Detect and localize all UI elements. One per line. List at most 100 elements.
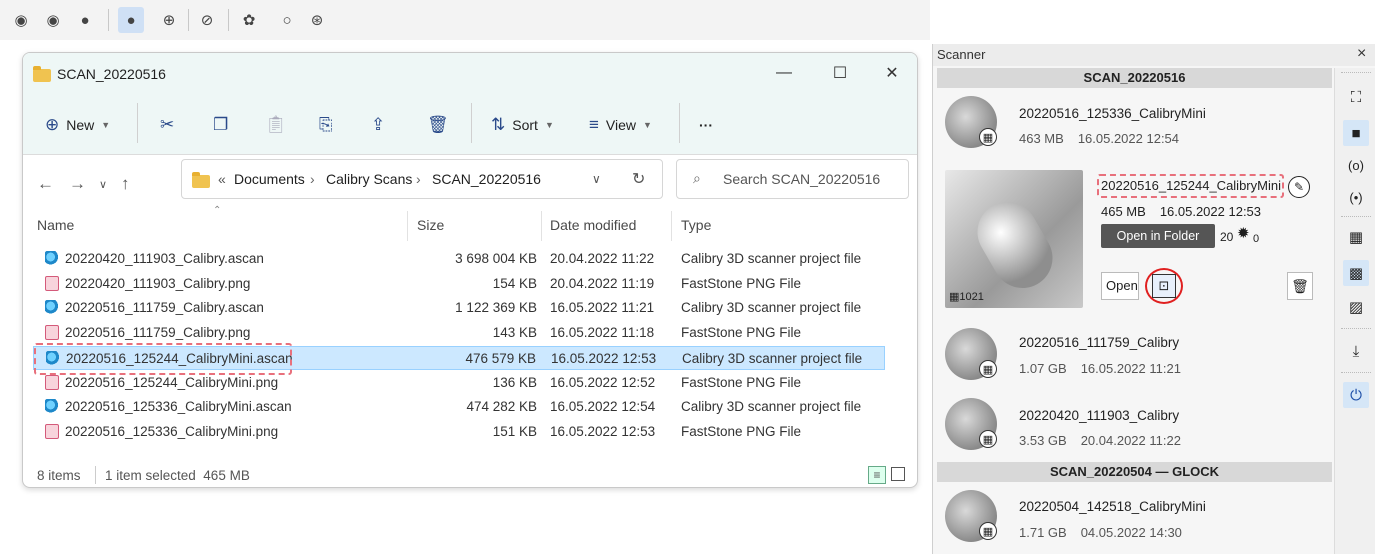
- circle-icon[interactable]: ○: [276, 9, 298, 31]
- scan-name: 20220516_111759_Calibry: [1019, 335, 1180, 350]
- scan-meta: 463 MB 16.05.2022 12:54: [1019, 131, 1180, 146]
- share-button[interactable]: ⇪: [371, 111, 385, 139]
- scanner-title-bar: Scanner ×: [933, 44, 1375, 66]
- scan-name: 20220504_142518_CalibryMini: [1019, 499, 1206, 514]
- column-type[interactable]: Type: [681, 217, 711, 233]
- file-type: FastStone PNG File: [681, 325, 802, 341]
- file-row[interactable]: 20220516_125336_CalibryMini.ascan 474 282…: [33, 395, 885, 419]
- new-button[interactable]: ⊕ New ▼: [45, 111, 110, 139]
- sphere-grid-icon[interactable]: ⊕: [158, 9, 180, 31]
- file-size: 154 KB: [492, 275, 537, 291]
- power-icon[interactable]: ⏻: [1343, 382, 1369, 408]
- details-view-icon[interactable]: ≡: [868, 466, 886, 484]
- group-header-scan-20220516[interactable]: SCAN_20220516: [937, 68, 1332, 88]
- open-in-folder-tooltip: Open in Folder: [1101, 224, 1215, 248]
- column-date[interactable]: Date modified: [550, 217, 636, 233]
- view-mode-3-icon[interactable]: ●: [74, 9, 96, 31]
- no-texture-icon[interactable]: ⊘: [196, 9, 218, 31]
- file-row[interactable]: 20220420_111903_Calibry.png 154 KB 20.04.2…: [33, 272, 885, 296]
- file-size: 136 KB: [492, 374, 537, 390]
- file-type: Calibry 3D scanner project file: [681, 399, 862, 415]
- sphere-solid-icon[interactable]: ●: [118, 7, 144, 33]
- copy-icon: ❐: [213, 115, 229, 134]
- file-name: 20220516_111759_Calibry.ascan: [65, 300, 264, 316]
- refresh-icon[interactable]: ↻: [632, 169, 645, 189]
- file-type: FastStone PNG File: [681, 275, 802, 291]
- search-box[interactable]: ⌕ Search SCAN_20220516: [676, 159, 909, 199]
- open-button[interactable]: Open: [1101, 272, 1139, 300]
- delete-scan-button[interactable]: 🗑︎: [1287, 272, 1313, 300]
- address-dropdown-icon[interactable]: ∨: [592, 172, 601, 186]
- mesh-badge-icon: ▦: [979, 360, 997, 378]
- brain-mesh-icon[interactable]: ✿: [238, 9, 260, 31]
- texture-badge-icon: ▦: [979, 430, 997, 448]
- file-row[interactable]: 20220516_111759_Calibry.ascan 1 122 369 K…: [33, 296, 885, 320]
- mesh-icon[interactable]: ▦: [1343, 224, 1369, 250]
- scanner-side-toolbar: ⛶ ■ (o) (•) ▦ ▩ ▨ ⤓ ⏻: [1334, 68, 1375, 554]
- file-type: Calibry 3D scanner project file: [682, 350, 863, 366]
- mode-dot-icon[interactable]: (•): [1343, 184, 1369, 210]
- file-row[interactable]: 20220516_111759_Calibry.png 143 KB 16.05.2…: [33, 321, 885, 345]
- file-size: 3 698 004 KB: [455, 251, 537, 266]
- forward-icon[interactable]: →: [69, 174, 86, 194]
- scan-meta: 1.07 GB 16.05.2022 11:21: [1019, 361, 1181, 376]
- count-a: 20: [1220, 230, 1234, 244]
- file-date: 20.04.2022 11:19: [550, 275, 655, 291]
- file-date: 16.05.2022 12:54: [550, 399, 656, 415]
- cut-button[interactable]: ✂: [160, 111, 174, 139]
- view-mode-2-icon[interactable]: ◉: [42, 9, 64, 31]
- focus-frame-icon[interactable]: ⛶: [1343, 84, 1369, 110]
- file-name: 20220516_111759_Calibry.png: [65, 325, 251, 341]
- breadcrumb-calibry-scans[interactable]: Calibry Scans: [326, 171, 412, 187]
- breadcrumb-documents[interactable]: Documents: [234, 171, 305, 187]
- minimize-button[interactable]: —: [769, 61, 799, 85]
- calibry-file-icon: [45, 251, 59, 266]
- new-label: New: [66, 117, 95, 133]
- status-bar: 8 items 1 item selected 465 MB ≡: [23, 461, 917, 487]
- edit-pencil-icon[interactable]: ✎: [1288, 176, 1310, 198]
- file-row[interactable]: 20220516_125336_CalibryMini.png 151 KB 16.…: [33, 420, 885, 444]
- view-mode-1-icon[interactable]: ◉: [10, 9, 32, 31]
- file-size: 151 KB: [492, 423, 537, 439]
- close-button[interactable]: ✕: [877, 61, 907, 85]
- texture-icon[interactable]: ▩: [1343, 260, 1369, 286]
- copy-button[interactable]: ❐: [213, 111, 228, 139]
- address-overflow: «: [218, 171, 226, 187]
- scan-name: 20220516_125336_CalibryMini: [1019, 106, 1206, 121]
- column-name[interactable]: Name: [37, 217, 74, 233]
- recent-chevron-icon[interactable]: ∨: [99, 178, 107, 191]
- rename-button[interactable]: ⎘: [319, 111, 333, 139]
- sort-up-icon: ⌃: [213, 205, 222, 216]
- address-bar[interactable]: « Documents › Calibry Scans › SCAN_20220…: [181, 159, 663, 199]
- calibry-file-icon: [45, 399, 59, 415]
- sort-button[interactable]: ⇅ Sort ▼: [491, 111, 554, 139]
- texture-alt-icon[interactable]: ▨: [1343, 294, 1369, 320]
- scan-meta: 3.53 GB 20.04.2022 11:22: [1019, 433, 1181, 448]
- maximize-button[interactable]: ☐: [825, 61, 855, 85]
- column-size[interactable]: Size: [417, 217, 444, 233]
- delete-button[interactable]: 🗑︎: [427, 111, 449, 139]
- title-bar: SCAN_20220516 — ☐ ✕: [23, 53, 917, 95]
- window-title: SCAN_20220516: [57, 66, 166, 82]
- mode-ring-icon[interactable]: (o): [1343, 152, 1369, 178]
- close-icon[interactable]: ×: [1357, 45, 1366, 63]
- view-button[interactable]: ≡ View ▼: [589, 111, 652, 139]
- scanner-title: Scanner: [937, 47, 986, 62]
- expanded-scan-meta: 465 MB 16.05.2022 12:53: [1101, 204, 1262, 219]
- tiles-view-icon[interactable]: [891, 467, 905, 481]
- up-icon[interactable]: ↑: [121, 174, 130, 194]
- download-icon[interactable]: ⤓: [1343, 338, 1369, 364]
- stop-icon[interactable]: ■: [1343, 120, 1369, 146]
- back-icon[interactable]: ←: [37, 174, 54, 194]
- folder-icon: [192, 172, 210, 188]
- file-row[interactable]: 20220420_111903_Calibry.ascan 3 698 004 K…: [33, 247, 885, 271]
- group-header-scan-20220504[interactable]: SCAN_20220504 — GLOCK: [937, 462, 1332, 482]
- open-in-folder-button[interactable]: ⊡: [1152, 274, 1176, 298]
- sort-icon: ⇅: [491, 115, 506, 134]
- target-icon[interactable]: ⊛: [306, 9, 328, 31]
- more-button[interactable]: ···: [699, 111, 713, 139]
- breadcrumb-scan-folder[interactable]: SCAN_20220516: [432, 171, 541, 187]
- plus-circle-icon: ⊕: [45, 115, 60, 134]
- paste-button[interactable]: 📋︎: [265, 111, 287, 139]
- expanded-scan-preview[interactable]: ▦1021: [945, 170, 1083, 308]
